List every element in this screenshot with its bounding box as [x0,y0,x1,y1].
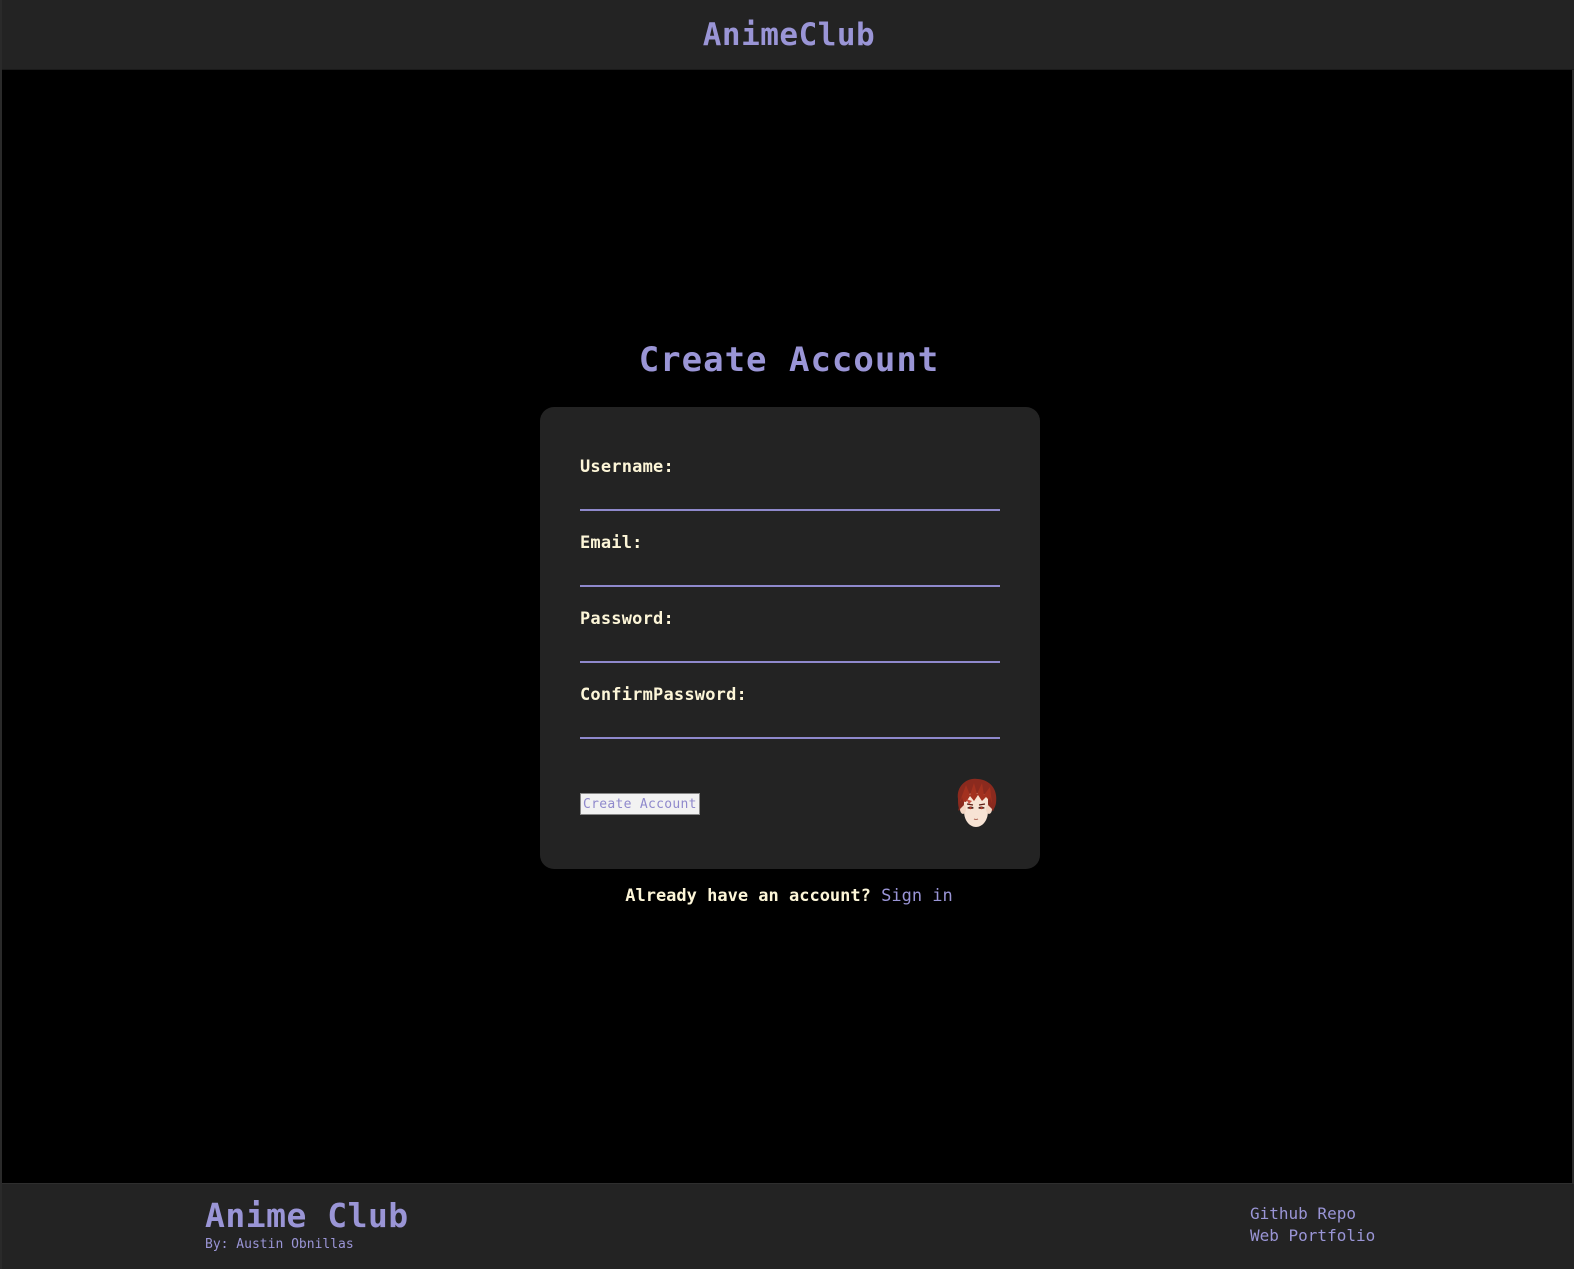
anime-character-avatar-icon [952,777,1000,829]
github-repo-link[interactable]: Github Repo [1250,1204,1375,1224]
signin-prompt-text: Already have an account? [625,886,882,906]
email-input[interactable] [580,563,1000,587]
password-label: Password: [580,609,674,629]
password-input[interactable] [580,639,1000,663]
password-field-group: Password: [580,609,1000,685]
signin-prompt: Already have an account? Sign in [2,886,1574,906]
confirm-password-field-group: ConfirmPassword: [580,685,1000,761]
username-field-group: Username: [580,457,1000,533]
brand-title[interactable]: AnimeClub [703,17,875,53]
footer-links: Github Repo Web Portfolio [1250,1204,1375,1246]
site-footer: Anime Club By: Austin Obnillas Github Re… [2,1183,1574,1269]
page-title: Create Account [638,340,940,380]
username-input[interactable] [580,487,1000,511]
form-actions: Create Account [580,777,1000,829]
email-label: Email: [580,533,643,553]
create-account-form: Username: Email: Password: ConfirmPasswo… [540,407,1040,869]
confirm-password-label: ConfirmPassword: [580,685,747,705]
create-account-button[interactable]: Create Account [580,793,700,815]
sign-in-link[interactable]: Sign in [881,886,953,906]
footer-title: Anime Club [205,1196,409,1235]
page-frame: AnimeClub Create Account Username: Email… [0,0,1574,1269]
email-field-group: Email: [580,533,1000,609]
footer-byline: By: Austin Obnillas [205,1237,354,1252]
username-label: Username: [580,457,674,477]
top-navbar: AnimeClub [2,0,1574,70]
confirm-password-input[interactable] [580,715,1000,739]
web-portfolio-link[interactable]: Web Portfolio [1250,1226,1375,1246]
